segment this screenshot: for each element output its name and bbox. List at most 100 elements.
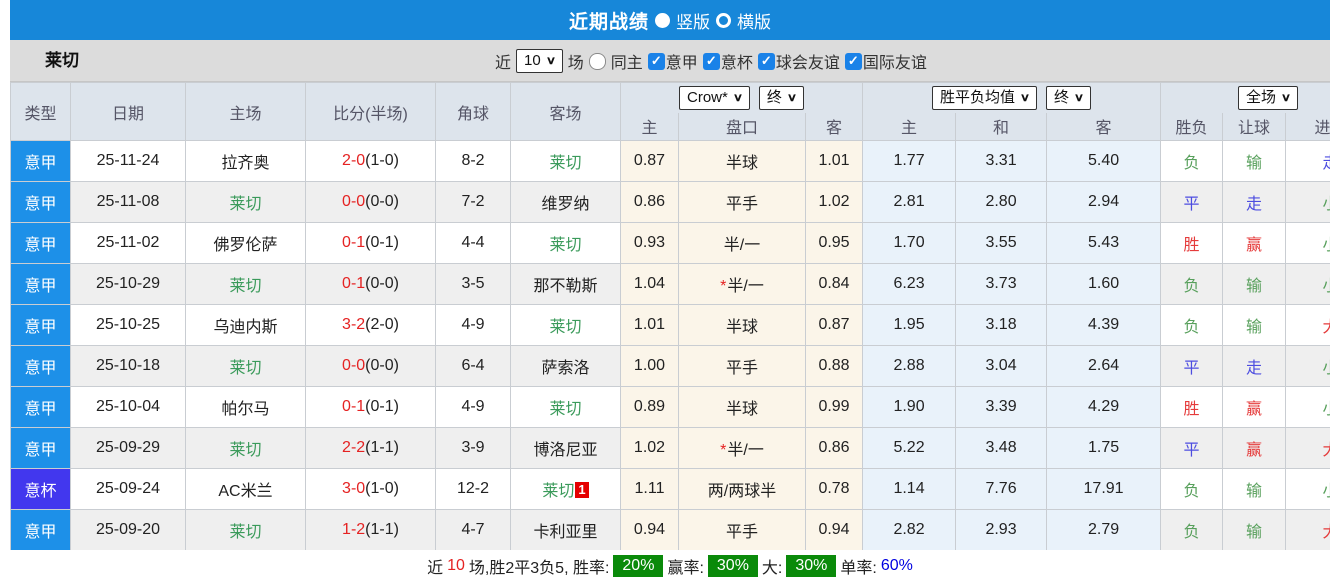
chevron-down-icon: ∨ <box>545 55 556 67</box>
chevron-down-icon: ∨ <box>786 91 798 104</box>
home-team: 拉齐奥 <box>185 140 306 182</box>
match-row: 意甲 25-10-29 莱切 0-1(0-0) 3-5 那不勒斯 1.04 *半… <box>10 263 1330 305</box>
away-team: 卡利亚里 <box>533 524 598 541</box>
col-header-away: 客场 <box>510 82 621 141</box>
match-date: 25-10-29 <box>70 263 186 305</box>
ah-away-odds: 0.99 <box>804 386 864 428</box>
corners: 4-9 <box>435 304 511 346</box>
scope-dropdown-group: 全场 ∨ <box>1160 82 1330 113</box>
odds-draw: 3.73 <box>955 263 1048 305</box>
match-score: 3-0(1-0) <box>305 468 436 510</box>
euro-time-select[interactable]: 终 ∨ <box>1046 85 1092 110</box>
col-header-wdl: 胜负 <box>1160 112 1224 141</box>
recent-results-panel: 近期战绩 竖版 横版 莱切 近 10 ∨ 场 同主 ✓ 意甲 ✓ 意杯 ✓ 球会… <box>0 0 1330 582</box>
checkbox-checked-icon[interactable]: ✓ <box>702 52 720 70</box>
odds-draw: 3.31 <box>955 140 1048 182</box>
col-header-ou-result: 进球 <box>1285 112 1330 141</box>
same-home-checkbox[interactable] <box>588 52 606 70</box>
layout-vertical-option[interactable]: 竖版 <box>655 8 710 33</box>
league-label: 球会友谊 <box>775 55 840 72</box>
score-fulltime: 0-1 <box>342 398 366 415</box>
match-type: 意甲 <box>10 181 71 223</box>
ah-home-odds: 1.11 <box>620 468 679 510</box>
result-wdl: 平 <box>1160 181 1224 223</box>
result-wdl: 负 <box>1160 468 1224 510</box>
odds-home: 5.22 <box>862 427 957 469</box>
result-wdl: 胜 <box>1160 222 1224 264</box>
checkbox-checked-icon[interactable]: ✓ <box>757 52 775 70</box>
checkbox-checked-icon[interactable]: ✓ <box>647 52 665 70</box>
match-type: 意甲 <box>10 304 71 346</box>
league-filter-intl-friendly[interactable]: ✓ 国际友谊 <box>844 49 927 73</box>
odds-home: 2.82 <box>862 509 957 551</box>
odds-home: 1.95 <box>862 304 957 346</box>
euro-odds-select[interactable]: 胜平负均值 ∨ <box>931 85 1038 110</box>
result-handicap: 输 <box>1222 140 1287 182</box>
handicap-star: * <box>720 278 727 295</box>
result-handicap: 赢 <box>1222 427 1287 469</box>
league-filter-serie-a[interactable]: ✓ 意甲 <box>647 49 698 73</box>
col-header-home: 主场 <box>185 82 306 141</box>
single-rate-value: 60% <box>880 557 913 574</box>
odds-company-select[interactable]: Crow* ∨ <box>679 85 750 110</box>
corners: 6-4 <box>435 345 511 387</box>
away-team: 萨索洛 <box>541 360 590 377</box>
results-table: 类型 日期 主场 比分(半场) 角球 客场 Crow* ∨ 终 ∨ 胜平负均值 … <box>10 82 1330 551</box>
handicap-time-value: 终 <box>766 88 782 106</box>
match-score: 2-2(1-1) <box>305 427 436 469</box>
away-team: 莱切 <box>549 319 582 336</box>
handicap-line: *两/两球半 <box>678 468 806 510</box>
result-wdl: 胜 <box>1160 386 1224 428</box>
ah-home-odds: 1.01 <box>620 304 679 346</box>
result-ou: 小 <box>1285 345 1330 387</box>
league-filter-coppa[interactable]: ✓ 意杯 <box>702 49 753 73</box>
result-wdl: 负 <box>1160 509 1224 551</box>
match-score: 0-0(0-0) <box>305 181 436 223</box>
home-team: AC米兰 <box>185 468 306 510</box>
match-row: 意甲 25-09-29 莱切 2-2(1-1) 3-9 博洛尼亚 1.02 *半… <box>10 427 1330 469</box>
result-handicap: 输 <box>1222 509 1287 551</box>
handicap-time-select[interactable]: 终 ∨ <box>758 85 804 110</box>
handicap-text: 两/两球半 <box>707 483 777 500</box>
radio-selected-icon[interactable] <box>655 12 670 28</box>
checkbox-checked-icon[interactable]: ✓ <box>844 52 862 70</box>
league-filter-club-friendly[interactable]: ✓ 球会友谊 <box>757 49 840 73</box>
ah-away-odds: 0.86 <box>804 427 864 469</box>
score-fulltime: 2-2 <box>342 439 366 456</box>
odds-away: 2.79 <box>1046 509 1162 551</box>
ou-rate-label: 大: <box>761 560 783 577</box>
home-team: 莱切 <box>185 427 306 469</box>
score-halftime: (0-1) <box>365 234 399 251</box>
odds-away: 4.29 <box>1046 386 1162 428</box>
away-team: 莱切 <box>549 155 582 172</box>
home-team: 佛罗伦萨 <box>185 222 306 264</box>
ah-home-odds: 1.02 <box>620 427 679 469</box>
ou-rate-badge: 30% <box>786 555 837 577</box>
match-type: 意甲 <box>10 263 71 305</box>
panel-header: 近期战绩 竖版 横版 <box>10 0 1330 40</box>
handicap-line: *平手 <box>678 509 806 551</box>
ah-away-odds: 0.78 <box>804 468 864 510</box>
odds-away: 17.91 <box>1046 468 1162 510</box>
match-score: 0-1(0-1) <box>305 386 436 428</box>
scope-select[interactable]: 全场 ∨ <box>1238 85 1299 110</box>
corners: 4-7 <box>435 509 511 551</box>
home-team: 莱切 <box>185 181 306 223</box>
win-rate-badge: 20% <box>613 555 664 577</box>
score-fulltime: 1-2 <box>342 521 366 538</box>
layout-horizontal-option[interactable]: 横版 <box>716 8 771 33</box>
odds-away: 1.75 <box>1046 427 1162 469</box>
radio-unselected-icon[interactable] <box>716 12 731 28</box>
match-count-select[interactable]: 10 ∨ <box>516 49 563 73</box>
single-rate-label: 单率: <box>840 560 877 577</box>
away-team-cell: 莱切 <box>510 386 621 428</box>
away-team: 博洛尼亚 <box>533 442 598 459</box>
league-label: 国际友谊 <box>862 55 927 72</box>
result-ou: 小 <box>1285 222 1330 264</box>
corners: 4-9 <box>435 386 511 428</box>
result-ou: 小 <box>1285 468 1330 510</box>
away-team: 莱切 <box>549 237 582 254</box>
away-team-cell: 维罗纳 <box>510 181 621 223</box>
team-name: 莱切 <box>45 51 79 70</box>
corners: 7-2 <box>435 181 511 223</box>
